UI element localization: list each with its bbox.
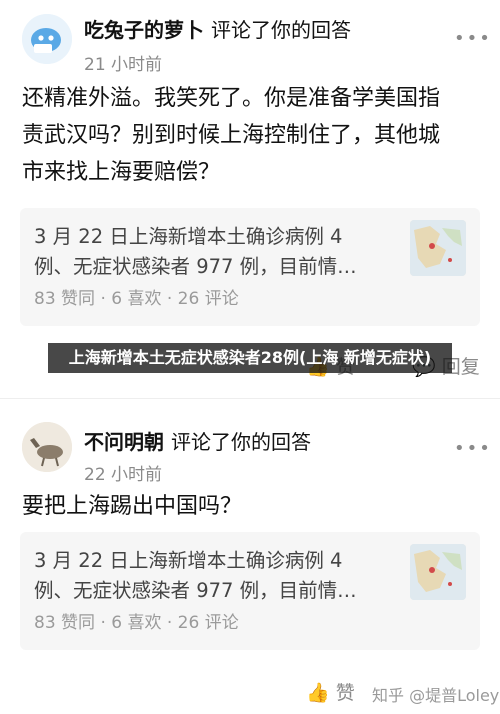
- quoted-answer-card[interactable]: 3 月 22 日上海新增本土确诊病例 4 例、无症状感染者 977 例，目前情……: [20, 208, 480, 326]
- comment-line: 责武汉吗？别到时候上海控制住了，其他城: [22, 123, 441, 148]
- comment-header: 吃兔子的萝卜 评论了你的回答: [84, 14, 351, 43]
- quoted-answer-card[interactable]: 3 月 22 日上海新增本土确诊病例 4 例、无症状感染者 977 例，目前情……: [20, 532, 480, 650]
- quoted-answer-stats: 83 赞同 · 6 喜欢 · 26 评论: [34, 613, 239, 633]
- action-text: 评论了你的回答: [210, 18, 351, 42]
- author-name[interactable]: 吃兔子的萝卜: [84, 18, 204, 42]
- rabbit-avatar-icon: [22, 14, 72, 64]
- quote-line: 例、无症状感染者 977 例，目前情…: [34, 579, 357, 602]
- comment-text: 要把上海踢出中国吗？: [22, 488, 482, 525]
- map-icon: [410, 544, 466, 600]
- comment-header: 不问明朝 评论了你的回答: [84, 426, 311, 455]
- author-name[interactable]: 不问明朝: [84, 430, 164, 454]
- quoted-answer-stats: 83 赞同 · 6 喜欢 · 26 评论: [34, 289, 239, 309]
- quote-line: 例、无症状感染者 977 例，目前情…: [34, 255, 357, 278]
- action-text: 评论了你的回答: [170, 430, 311, 454]
- map-icon: [410, 220, 466, 276]
- avatar[interactable]: [22, 14, 72, 64]
- quote-line: 3 月 22 日上海新增本土确诊病例 4: [34, 549, 343, 572]
- avatar[interactable]: [22, 422, 72, 472]
- comment-line: 还精准外溢。我笑死了。你是准备学美国指: [22, 86, 441, 111]
- quoted-answer-excerpt: 3 月 22 日上海新增本土确诊病例 4 例、无症状感染者 977 例，目前情…: [34, 546, 394, 606]
- timestamp: 22 小时前: [84, 465, 163, 485]
- map-thumbnail: [410, 544, 466, 600]
- comment-line: 要把上海踢出中国吗？: [22, 494, 243, 519]
- quote-line: 3 月 22 日上海新增本土确诊病例 4: [34, 225, 343, 248]
- more-options-icon[interactable]: •••: [454, 438, 492, 459]
- thumbs-up-icon: 👍: [306, 682, 330, 704]
- like-button[interactable]: 👍 赞: [306, 678, 355, 705]
- notification-card[interactable]: 吃兔子的萝卜 评论了你的回答 21 小时前 ••• 还精准外溢。我笑死了。你是准…: [0, 0, 500, 400]
- map-thumbnail: [410, 220, 466, 276]
- ink-animal-avatar-icon: [22, 422, 72, 472]
- quoted-answer-excerpt: 3 月 22 日上海新增本土确诊病例 4 例、无症状感染者 977 例，目前情…: [34, 222, 394, 282]
- comment-text: 还精准外溢。我笑死了。你是准备学美国指 责武汉吗？别到时候上海控制住了，其他城 …: [22, 80, 482, 191]
- news-caption-banner: 上海新增本土无症状感染者28例(上海 新增无症状): [48, 343, 452, 373]
- comment-line: 市来找上海要赔偿？: [22, 160, 221, 185]
- timestamp: 21 小时前: [84, 55, 163, 75]
- watermark: 知乎 @堤普Loley: [372, 686, 500, 705]
- notification-card[interactable]: 不问明朝 评论了你的回答 22 小时前 ••• 要把上海踢出中国吗？ 3 月 2…: [0, 406, 500, 714]
- divider: [0, 398, 500, 399]
- more-options-icon[interactable]: •••: [454, 28, 492, 49]
- like-label: 赞: [335, 682, 355, 704]
